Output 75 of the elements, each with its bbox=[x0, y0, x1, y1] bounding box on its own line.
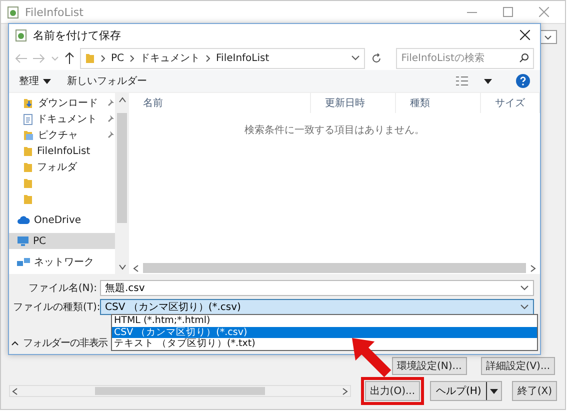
breadcrumb-item[interactable]: ドキュメント bbox=[140, 51, 200, 65]
up-arrow-icon[interactable] bbox=[65, 52, 74, 64]
nav-item[interactable]: ネットワーク bbox=[9, 254, 115, 270]
action-button[interactable]: 終了(X) bbox=[512, 381, 557, 401]
empty-message: 検索条件に一致する項目はありません。 bbox=[244, 124, 424, 137]
search-field[interactable]: FileInfoListの検索 bbox=[396, 48, 534, 68]
chevron-down-icon bbox=[544, 34, 552, 40]
pin-icon[interactable] bbox=[106, 131, 114, 139]
nav-item[interactable]: ダウンロード bbox=[9, 95, 115, 111]
field-label: ファイルの種類(T): bbox=[13, 300, 97, 314]
nav-item[interactable]: ドキュメント bbox=[9, 111, 115, 127]
column-header[interactable]: サイズ bbox=[481, 93, 540, 113]
nav-item[interactable]: PC bbox=[9, 233, 115, 249]
nav-item[interactable]: ピクチャ bbox=[9, 127, 115, 143]
scroll-right-icon[interactable] bbox=[530, 264, 536, 272]
window-title: FileInfoList bbox=[25, 6, 84, 18]
scroll-left-icon[interactable] bbox=[12, 388, 18, 394]
computer-icon bbox=[17, 236, 29, 246]
breadcrumb-item[interactable]: PC bbox=[111, 52, 124, 64]
file-name-field[interactable]: 無題.csv bbox=[100, 280, 534, 296]
settings-button[interactable]: 環境設定(N)... bbox=[392, 357, 467, 375]
caret-icon bbox=[43, 78, 51, 84]
organize-menu[interactable]: 整理 bbox=[19, 74, 51, 88]
maximize-icon[interactable] bbox=[503, 7, 513, 17]
scroll-down-icon[interactable] bbox=[118, 264, 126, 270]
vertical-scrollbar[interactable] bbox=[115, 93, 129, 274]
caret-icon bbox=[484, 78, 492, 84]
scroll-left-icon[interactable] bbox=[133, 264, 139, 272]
settings-button[interactable]: 詳細設定(V)... bbox=[480, 357, 555, 375]
address-bar[interactable]: PC ドキュメント FileInfoList bbox=[80, 48, 366, 68]
network-icon bbox=[17, 257, 30, 267]
chevron-down-icon[interactable] bbox=[520, 304, 529, 310]
view-options-icon[interactable] bbox=[456, 76, 468, 86]
column-header[interactable]: 更新日時 bbox=[311, 93, 396, 113]
field-label: ファイル名(N): bbox=[27, 282, 97, 295]
picture-folder-icon bbox=[23, 130, 34, 140]
chevron-up-icon bbox=[11, 340, 19, 346]
chevron-right-icon bbox=[101, 54, 105, 62]
chevron-down-icon[interactable] bbox=[351, 55, 360, 61]
search-icon bbox=[519, 53, 529, 63]
document-icon bbox=[23, 114, 33, 124]
download-folder-icon bbox=[23, 98, 34, 108]
breadcrumb-item[interactable]: FileInfoList bbox=[216, 52, 270, 64]
chevron-right-icon bbox=[206, 54, 210, 62]
pin-icon[interactable] bbox=[106, 115, 114, 123]
hide-folders-button[interactable]: フォルダーの非表示 bbox=[11, 336, 108, 350]
file-type-dropdown[interactable]: CSV （カンマ区切り）(*.csv) bbox=[100, 299, 534, 315]
close-icon[interactable] bbox=[520, 30, 530, 40]
nav-item[interactable]: フォルダ bbox=[9, 159, 115, 175]
new-folder-button[interactable]: 新しいフォルダー bbox=[67, 74, 147, 88]
help-split-button[interactable]: ヘルプ(H) bbox=[430, 381, 502, 401]
dialog-title: 名前を付けて保存 bbox=[33, 28, 121, 42]
column-header[interactable]: 名前 bbox=[129, 93, 311, 113]
horizontal-scrollbar[interactable] bbox=[9, 385, 351, 397]
folder-icon bbox=[23, 194, 33, 204]
column-header[interactable]: 種類 bbox=[396, 93, 481, 113]
chevron-down-icon[interactable] bbox=[520, 285, 529, 291]
caret-icon bbox=[490, 388, 498, 394]
scroll-right-icon[interactable] bbox=[342, 388, 348, 394]
app-icon bbox=[15, 28, 27, 42]
nav-item[interactable]: FileInfoList bbox=[9, 143, 115, 159]
folder-icon bbox=[23, 162, 33, 172]
refresh-icon[interactable] bbox=[371, 52, 382, 64]
action-button[interactable]: 出力(O)... bbox=[364, 381, 420, 401]
chevron-right-icon bbox=[130, 54, 134, 62]
app-icon bbox=[7, 6, 19, 18]
nav-item[interactable]: OneDrive bbox=[9, 212, 115, 228]
file-type-option[interactable]: CSV （カンマ区切り）(*.csv) bbox=[112, 326, 537, 338]
folder-icon bbox=[23, 146, 33, 156]
cloud-icon bbox=[17, 216, 30, 224]
scroll-up-icon[interactable] bbox=[118, 97, 126, 103]
help-icon[interactable] bbox=[516, 74, 530, 88]
folder-icon bbox=[85, 52, 95, 64]
folder-icon bbox=[23, 178, 33, 188]
pin-icon[interactable] bbox=[106, 99, 114, 107]
